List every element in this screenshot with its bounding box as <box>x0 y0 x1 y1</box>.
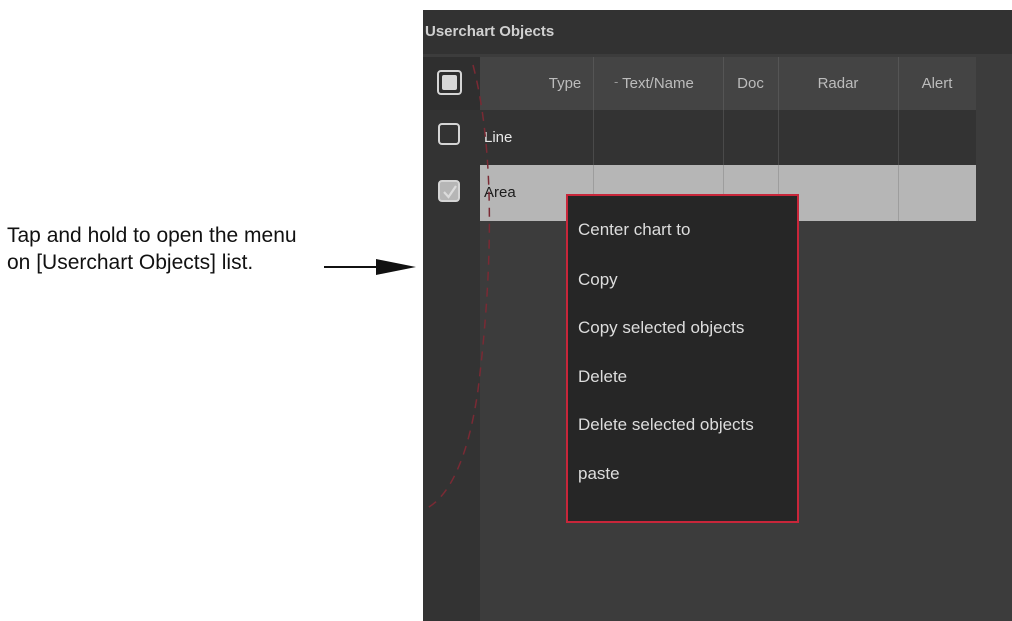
menu-item-copy-selected[interactable]: Copy selected objects <box>578 318 744 338</box>
context-menu: Center chart to Copy Copy selected objec… <box>566 194 799 523</box>
menu-item-delete-selected[interactable]: Delete selected objects <box>578 415 754 435</box>
menu-item-center-chart[interactable]: Center chart to <box>578 220 690 240</box>
menu-item-paste[interactable]: paste <box>578 464 620 484</box>
callout-line-2: on [Userchart Objects] list. <box>7 251 254 274</box>
callout-arrow-line <box>324 266 380 268</box>
callout-line-1: Tap and hold to open the menu <box>7 224 297 247</box>
menu-item-delete[interactable]: Delete <box>578 367 627 387</box>
menu-item-copy[interactable]: Copy <box>578 270 618 290</box>
callout-arrow-icon <box>376 259 416 275</box>
callout-text: Tap and hold to open the menu on [Userch… <box>7 222 297 276</box>
